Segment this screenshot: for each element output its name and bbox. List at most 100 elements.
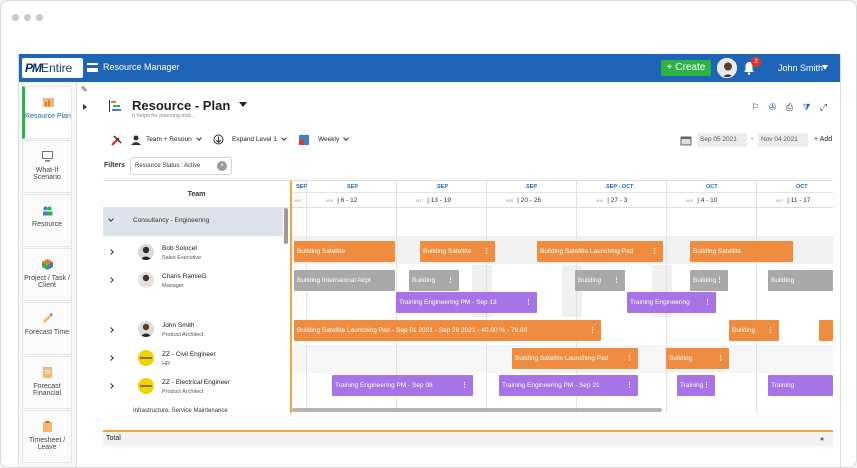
kebab-icon[interactable]: ⋮: [589, 320, 596, 341]
create-button[interactable]: + Create: [661, 60, 711, 76]
edit-icon[interactable]: ✎: [81, 85, 88, 94]
bookmark-icon[interactable]: ⚐: [751, 102, 760, 112]
date-to-input[interactable]: Nov 04 2021: [758, 133, 808, 147]
sidebar-item-forecast-financial[interactable]: Forecast Financial: [22, 356, 72, 409]
horizontal-scrollbar[interactable]: [292, 408, 662, 412]
resource-row[interactable]: John Smith Product Architect: [103, 317, 283, 345]
user-avatar[interactable]: [717, 58, 737, 78]
vertical-scrollbar[interactable]: [284, 208, 288, 244]
chevron-down-icon: [280, 135, 287, 141]
sidebar-item-forecast-time[interactable]: Forecast Time: [22, 302, 72, 355]
kebab-icon[interactable]: ⋮: [447, 270, 454, 291]
add-button[interactable]: + Add: [814, 132, 832, 148]
date-from-input[interactable]: Sep 05 2021: [697, 133, 747, 147]
sidebar-item-what-if[interactable]: What-If Scenario: [22, 140, 72, 193]
team-select[interactable]: Team + Resoun: [146, 132, 202, 148]
allocation-bar[interactable]: Training Engineering PM - Sep 13 ⋮: [396, 292, 537, 313]
filter-icon[interactable]: ⧩: [802, 102, 811, 112]
resource-grid: Team Consultancy - Engineering Bob Soloc…: [103, 180, 833, 414]
allocation-bar[interactable]: [819, 320, 833, 341]
allocation-bar[interactable]: Training: [768, 375, 833, 396]
chevron-right-icon[interactable]: [108, 327, 114, 333]
period-select-value: Weekly: [318, 136, 340, 143]
kebab-icon[interactable]: ⋮: [626, 348, 633, 369]
month-header: SEP SEP SEP SEP SEP - OCT OCT OCT: [292, 181, 833, 193]
bar-label: Building Satellite: [423, 248, 472, 255]
expand-select[interactable]: Expand Level 1: [232, 132, 287, 148]
kebab-icon[interactable]: ⋮: [703, 375, 710, 396]
allocation-bar[interactable]: Building ⋮: [575, 270, 625, 291]
expand-icon[interactable]: ⤢: [819, 102, 828, 112]
window-dot[interactable]: [24, 14, 31, 21]
allocation-bar[interactable]: Building ⋮: [666, 348, 729, 369]
chevron-right-icon[interactable]: [108, 355, 114, 361]
menu-icon[interactable]: [87, 63, 98, 72]
allocation-bar[interactable]: Building Satellite: [294, 241, 395, 262]
top-bar: PMEntire Resource Manager + Create 2 Joh…: [19, 54, 840, 82]
tools-icon[interactable]: [110, 132, 124, 148]
filter-chip[interactable]: Resource Status : Active ×: [130, 157, 232, 175]
user-menu-caret-icon[interactable]: [822, 65, 828, 70]
group-row[interactable]: Consultancy - Engineering: [103, 208, 283, 236]
sidebar-item-project[interactable]: Project / Task / Client: [22, 248, 72, 301]
kebab-icon[interactable]: ⋮: [626, 375, 633, 396]
kebab-icon[interactable]: ⋮: [704, 292, 711, 313]
allocation-bar[interactable]: Building ⋮: [690, 270, 728, 291]
chevron-right-icon[interactable]: [108, 249, 114, 255]
allocation-bar[interactable]: Building Satellite Launching Pad ⋮: [512, 348, 638, 369]
collapse-icon[interactable]: »: [816, 437, 830, 441]
print-icon[interactable]: ⎙: [785, 102, 794, 112]
users-icon: [42, 206, 52, 216]
week-divider: [306, 181, 307, 413]
allocation-bar[interactable]: Training Engineering ⋮: [627, 292, 716, 313]
kebab-icon[interactable]: ⋮: [651, 241, 658, 262]
week-range: 27 - 3: [610, 197, 628, 204]
expand-level-icon: [213, 134, 224, 145]
period-select[interactable]: Weekly: [318, 132, 350, 148]
kebab-icon[interactable]: ⋮: [717, 348, 724, 369]
kebab-icon[interactable]: ⋮: [525, 292, 532, 313]
allocation-bar[interactable]: Training Engineering PM - Sep 21 ⋮: [499, 375, 638, 396]
allocation-bar[interactable]: Training Engineering PM - Sep 08 ⋮: [332, 375, 473, 396]
window-dot[interactable]: [12, 14, 19, 21]
close-icon[interactable]: ×: [217, 161, 227, 171]
allocation-bar[interactable]: Building ⋮: [729, 320, 779, 341]
allocation-bar[interactable]: Building: [768, 270, 833, 291]
generic-avatar-icon: [138, 350, 154, 366]
resource-row[interactable]: ZZ - Electrical Engineer Product Archite…: [103, 373, 283, 401]
week-label: W35: [294, 197, 305, 204]
chevron-down-icon[interactable]: [108, 216, 114, 222]
window-dot[interactable]: [36, 14, 43, 21]
kebab-icon[interactable]: ⋮: [767, 320, 774, 341]
allocation-bar[interactable]: Building Satellite Launching Pad ⋮: [537, 241, 663, 262]
calendar-icon[interactable]: [680, 135, 692, 146]
sidebar-item-resource[interactable]: Resource: [22, 194, 72, 247]
chevron-right-icon[interactable]: [108, 383, 114, 389]
chevron-right-icon[interactable]: [108, 277, 114, 283]
user-name[interactable]: John Smith: [778, 63, 823, 73]
sidebar-toggle-icon[interactable]: [83, 104, 87, 110]
sidebar-item-resource-plan[interactable]: Resource Plan: [22, 86, 72, 139]
chart-icon: [42, 98, 54, 107]
allocation-bar[interactable]: Training ⋮: [677, 375, 715, 396]
bar-label: Building Satellite Launching Pad: [515, 355, 609, 362]
kebab-icon[interactable]: ⋮: [716, 270, 723, 291]
bar-label: Training: [680, 382, 704, 389]
sidebar-item-timesheet[interactable]: Timesheet / Leave: [22, 410, 72, 463]
resource-row[interactable]: Bob Solocet Sales Executive: [103, 239, 283, 267]
allocation-bar[interactable]: Building Satellite Launching Pad - Sep 0…: [294, 320, 601, 341]
kebab-icon[interactable]: ⋮: [613, 270, 620, 291]
resource-row[interactable]: ZZ - Civil Engineer HR: [103, 345, 283, 373]
allocation-bar[interactable]: Building Internaional Airpt: [294, 270, 395, 291]
resource-row[interactable]: Charis RamieG Manager: [103, 267, 283, 317]
allocation-bar[interactable]: Building Satellite ⋮: [420, 241, 495, 262]
sidebar-item-label: What-If Scenario: [33, 167, 61, 181]
page-title-caret-icon[interactable]: [239, 102, 247, 107]
share-icon[interactable]: ✇: [768, 102, 777, 112]
app-logo[interactable]: PMEntire: [22, 58, 83, 78]
team-column-header[interactable]: Team: [103, 181, 290, 208]
allocation-bar[interactable]: Building ⋮: [409, 270, 459, 291]
allocation-bar[interactable]: Building Satellite: [690, 241, 793, 262]
kebab-icon[interactable]: ⋮: [461, 375, 468, 396]
kebab-icon[interactable]: ⋮: [483, 241, 490, 262]
